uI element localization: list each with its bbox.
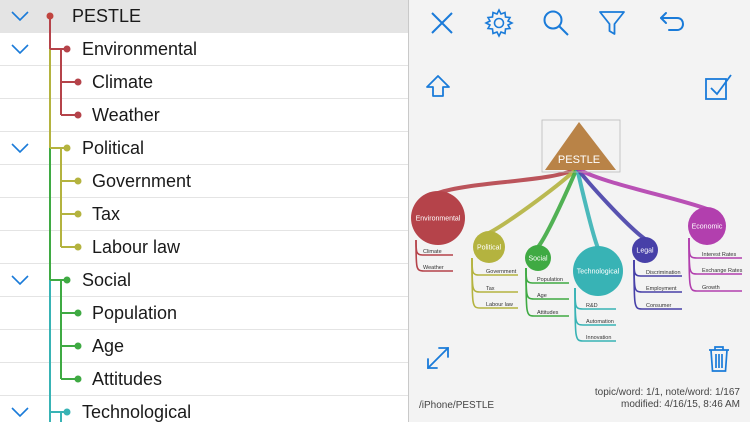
- filter-icon[interactable]: [596, 7, 628, 39]
- subtopic-label: Attitudes: [537, 310, 559, 316]
- outline-node-dot: [46, 12, 54, 20]
- outline-node-dot: [63, 408, 71, 416]
- checkbox-icon[interactable]: [702, 71, 734, 103]
- topic-label: Technological: [577, 269, 620, 276]
- topic-label: Social: [528, 256, 548, 263]
- outline-node-dot: [74, 210, 82, 218]
- topic-label: Environmental: [416, 216, 461, 223]
- close-icon[interactable]: [426, 7, 458, 39]
- subtopic-label: Consumer: [646, 303, 672, 309]
- subtopic-line: [525, 267, 569, 317]
- subtopic-label: Exchange Rates: [702, 268, 743, 274]
- subtopic-label: Interest Rates: [702, 252, 736, 258]
- subtopic-label: Population: [537, 277, 563, 283]
- go-up-icon[interactable]: [422, 71, 454, 103]
- mind-map-panel: Climate Weather Environmental Government Tax…: [409, 0, 750, 422]
- topic-label: Economic: [692, 224, 723, 231]
- subtopic-label: Age: [537, 293, 547, 299]
- outline-node-dot: [74, 309, 82, 317]
- outline-node-dot: [74, 243, 82, 251]
- subtopic-label: Tax: [486, 286, 495, 292]
- subtopic-label: Automation: [586, 319, 614, 325]
- topic-label: Political: [477, 245, 502, 252]
- outline-node-dot: [74, 78, 82, 86]
- outline-tree-lines: [46, 12, 82, 422]
- outline-node-dot: [63, 276, 71, 284]
- word-stats: topic/word: 1/1, note/word: 1/167: [594, 387, 740, 398]
- outline-node-dot: [63, 45, 71, 53]
- subtopic-label: Weather: [423, 265, 444, 271]
- subtopic-label: Employment: [646, 286, 677, 292]
- document-path: /iPhone/PESTLE: [419, 400, 495, 411]
- gear-icon[interactable]: [483, 7, 515, 39]
- subtopic-label: Discrimination: [646, 270, 681, 276]
- undo-icon[interactable]: [655, 7, 687, 39]
- outline-panel: PESTLE Environmental Climate Weather Politic…: [0, 0, 409, 422]
- subtopic-label: Growth: [702, 285, 720, 291]
- trash-icon[interactable]: [703, 342, 735, 374]
- subtopic-label: Labour law: [486, 302, 513, 308]
- subtopic-line: [574, 287, 616, 342]
- root-label: PESTLE: [558, 154, 600, 166]
- subtopic-label: Climate: [423, 249, 442, 255]
- outline-node-dot: [74, 342, 82, 350]
- branch-curve: [536, 166, 579, 249]
- subtopic-line: [633, 259, 682, 310]
- subtopic-label: Innovation: [586, 335, 611, 341]
- mind-map-canvas[interactable]: Climate Weather Environmental Government Tax…: [409, 0, 750, 422]
- outline-node-dot: [74, 111, 82, 119]
- subtopic-line: [688, 237, 742, 292]
- subtopic-label: Government: [486, 269, 517, 275]
- outline-node-dot: [74, 177, 82, 185]
- subtopic-line: [471, 257, 518, 309]
- outline-node-dot: [74, 375, 82, 383]
- search-icon[interactable]: [540, 7, 572, 39]
- document-info: topic/word: 1/1, note/word: 1/167 modifi…: [595, 387, 740, 411]
- outline-node-dot: [63, 144, 71, 152]
- topic-label: Legal: [636, 248, 654, 255]
- subtopic-label: R&D: [586, 303, 598, 309]
- expand-icon[interactable]: [422, 342, 454, 374]
- modified-date: modified: 4/16/15, 8:46 AM: [621, 399, 740, 410]
